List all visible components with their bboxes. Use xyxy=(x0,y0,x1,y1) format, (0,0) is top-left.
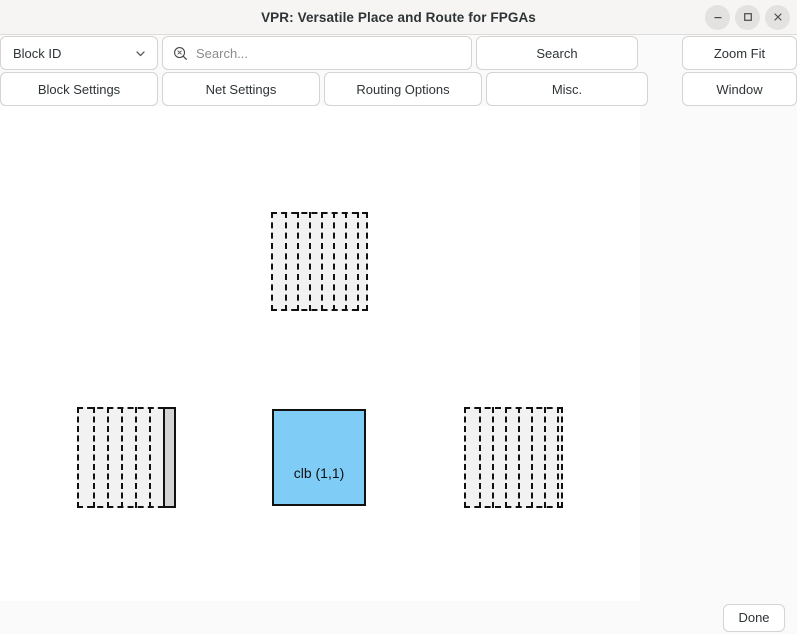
routing-options-button[interactable]: Routing Options xyxy=(324,72,482,106)
routing-wire[interactable] xyxy=(345,212,347,311)
zoom-fit-button[interactable]: Zoom Fit xyxy=(682,36,797,70)
routing-wire[interactable] xyxy=(518,407,520,508)
window-title: VPR: Versatile Place and Route for FPGAs xyxy=(261,9,536,25)
window-controls xyxy=(705,0,790,34)
window-button[interactable]: Window xyxy=(682,72,797,106)
net-settings-button[interactable]: Net Settings xyxy=(162,72,320,106)
clb-block[interactable]: clb (1,1) xyxy=(272,409,366,506)
maximize-icon xyxy=(742,11,754,23)
toolbar-spacer-top xyxy=(642,36,678,70)
routing-wire[interactable] xyxy=(107,407,109,508)
chevron-down-icon xyxy=(134,47,147,60)
routing-wire[interactable] xyxy=(557,407,559,508)
close-button[interactable] xyxy=(765,4,790,30)
routing-wire[interactable] xyxy=(321,212,323,311)
routing-wire[interactable] xyxy=(492,407,494,508)
canvas-area: clb (1,1) xyxy=(0,106,797,601)
routing-wire[interactable] xyxy=(357,212,359,311)
routing-wire[interactable] xyxy=(544,407,546,508)
vpr-window: VPR: Versatile Place and Route for FPGAs xyxy=(0,0,797,634)
routing-wire[interactable] xyxy=(135,407,137,508)
search-input[interactable] xyxy=(196,45,461,61)
routing-wire[interactable] xyxy=(531,407,533,508)
done-button[interactable]: Done xyxy=(723,603,785,632)
channel-top[interactable] xyxy=(271,212,368,311)
toolbar: Block ID Search... Search Zoom Fit Block… xyxy=(0,35,797,106)
close-icon xyxy=(772,11,784,23)
clb-block-label: clb (1,1) xyxy=(293,465,345,481)
search-category-label: Block ID xyxy=(13,45,62,61)
misc-button[interactable]: Misc. xyxy=(486,72,648,106)
bottom-bar: Done xyxy=(0,601,797,634)
maximize-button[interactable] xyxy=(735,4,760,30)
fpga-canvas[interactable]: clb (1,1) xyxy=(0,106,640,601)
toolbar-row-settings: Block Settings Net Settings Routing Opti… xyxy=(0,72,797,106)
toolbar-spacer-bottom xyxy=(652,72,678,106)
search-icon xyxy=(173,46,188,61)
minimize-button[interactable] xyxy=(705,4,730,30)
routing-wire[interactable] xyxy=(505,407,507,508)
routing-wire[interactable] xyxy=(479,407,481,508)
routing-wire[interactable] xyxy=(309,212,311,311)
routing-wire[interactable] xyxy=(121,407,123,508)
minimize-icon xyxy=(712,11,724,23)
routing-wire[interactable] xyxy=(297,212,299,311)
channel-left[interactable] xyxy=(77,407,176,508)
routing-wire[interactable] xyxy=(333,212,335,311)
title-bar: VPR: Versatile Place and Route for FPGAs xyxy=(0,0,797,35)
search-field[interactable] xyxy=(162,36,472,70)
block-settings-button[interactable]: Block Settings xyxy=(0,72,158,106)
search-category-dropdown[interactable]: Block ID xyxy=(0,36,158,70)
routing-track-highlight[interactable] xyxy=(163,407,176,508)
routing-wire[interactable] xyxy=(93,407,95,508)
routing-wire[interactable] xyxy=(149,407,151,508)
toolbar-row-search: Block ID Search... Search Zoom Fit xyxy=(0,36,797,70)
routing-wire[interactable] xyxy=(285,212,287,311)
search-button[interactable]: Search xyxy=(476,36,638,70)
channel-right[interactable] xyxy=(464,407,563,508)
